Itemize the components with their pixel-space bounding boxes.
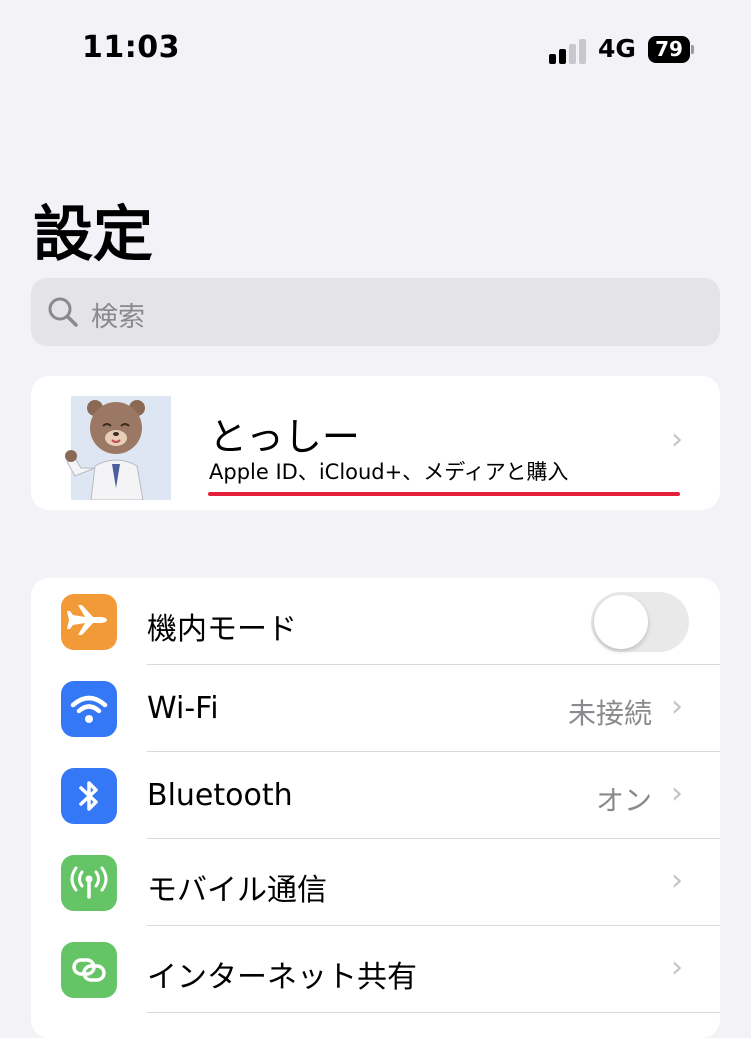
wifi-status-value: 未接続 [567,697,652,730]
personal-hotspot-icon [61,942,117,998]
status-bar: 11:03 4G 79 [0,0,751,100]
settings-row-airplane-mode[interactable]: 機内モード [31,578,720,665]
settings-row-personal-hotspot[interactable]: インターネット共有 › [31,926,720,1013]
search-field[interactable]: 検索 [31,278,720,346]
page-title: 設定 [33,200,153,270]
settings-row-label: モバイル通信 [147,873,327,908]
settings-row-label: Bluetooth [147,778,293,813]
cellular-antenna-icon [61,855,117,911]
chevron-right-icon: › [671,422,683,457]
search-icon [48,297,78,327]
profile-subtitle: Apple ID、iCloud+、メディアと購入 [209,460,569,484]
battery-icon: 79 [648,36,694,63]
battery-level: 79 [648,36,690,63]
chevron-right-icon: › [671,863,683,898]
wifi-icon [61,681,117,737]
chevron-right-icon: › [671,689,683,724]
settings-row-label: 機内モード [147,612,297,647]
airplane-icon [61,594,117,650]
chevron-right-icon: › [671,776,683,811]
network-type: 4G [598,34,636,63]
profile-name: とっしー [209,415,360,459]
bluetooth-icon [61,768,117,824]
avatar [65,396,171,500]
bluetooth-status-value: オン [595,784,652,817]
divider [147,1012,720,1013]
settings-row-bluetooth[interactable]: Bluetooth オン › [31,752,720,839]
red-underline-annotation [208,492,680,496]
settings-row-label: インターネット共有 [147,960,417,995]
status-time: 11:03 [82,30,180,65]
settings-group-connectivity: 機内モード Wi-Fi 未接続 › Bluetooth オン › モバイル通信 … [31,578,720,1038]
toggle-knob [594,595,648,649]
cellular-signal-icon [549,38,589,64]
settings-row-wifi[interactable]: Wi-Fi 未接続 › [31,665,720,752]
search-placeholder: 検索 [91,302,145,333]
settings-row-mobile-data[interactable]: モバイル通信 › [31,839,720,926]
settings-row-label: Wi-Fi [147,691,219,726]
airplane-mode-toggle[interactable] [591,592,689,652]
apple-id-card[interactable]: とっしー Apple ID、iCloud+、メディアと購入 › [31,376,720,510]
chevron-right-icon: › [671,950,683,985]
